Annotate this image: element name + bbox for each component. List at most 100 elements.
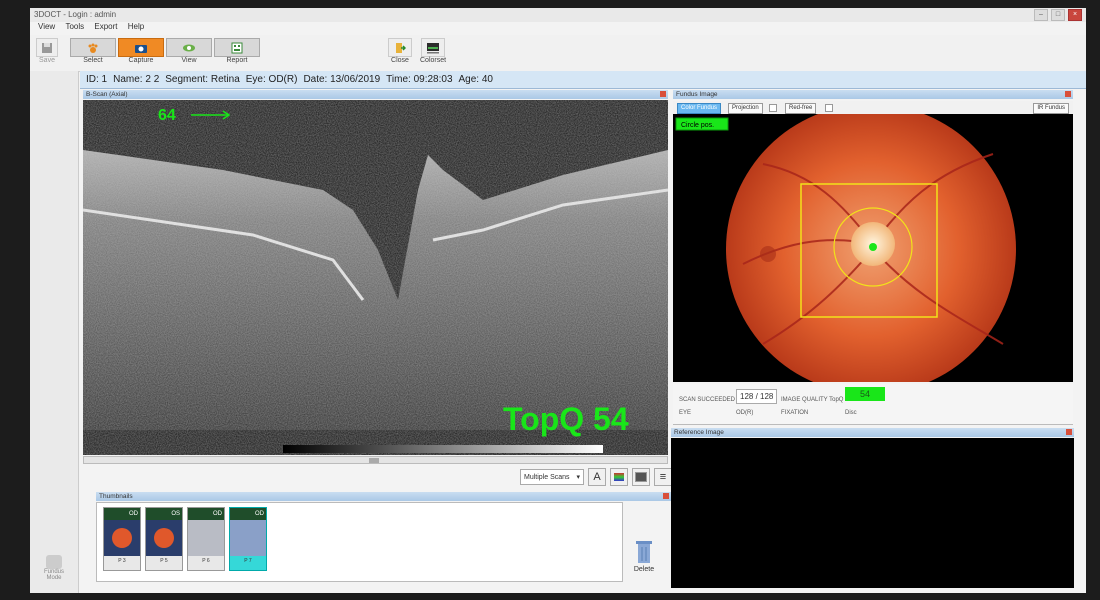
report-icon [214, 38, 260, 57]
report-label: Report [226, 57, 248, 64]
topq-label: TopQ 54 [503, 401, 629, 437]
close-window-button[interactable]: × [1068, 9, 1082, 21]
tab-red-free[interactable]: Red-free [785, 103, 817, 114]
reference-image-viewer[interactable] [671, 438, 1074, 588]
color-palette-icon[interactable] [610, 468, 628, 486]
capture-button[interactable]: Capture [118, 38, 164, 68]
patient-name: Name: 2 2 [113, 74, 160, 85]
fundus-mode-label: Fundus Mode [43, 569, 64, 581]
thumbnail-item-selected[interactable]: OD P 7 [229, 507, 267, 571]
oct-bscan-image: 64 TopQ 54 [83, 100, 668, 455]
patient-age: Age: 40 [458, 74, 493, 85]
fundus-image: Circle pos. [673, 114, 1073, 382]
left-sidebar: Fundus Mode [30, 71, 79, 593]
circle-pos-label: Circle pos. [681, 122, 714, 129]
chevron-down-icon: ▾ [576, 474, 580, 481]
close-label: Close [391, 57, 409, 64]
tab-projection[interactable]: Projection [728, 103, 763, 114]
fixation-label: FIXATION [781, 410, 809, 416]
window-controls: – □ × [1034, 9, 1082, 21]
reference-close-icon[interactable] [1066, 429, 1072, 435]
scan-succeeded-label: SCAN SUCCEEDED [679, 397, 736, 403]
thumbnail-item[interactable]: OS P 5 [145, 507, 183, 571]
red-free-checkbox[interactable] [825, 104, 833, 112]
maximize-button[interactable]: □ [1051, 9, 1065, 21]
fundus-close-icon[interactable] [1065, 91, 1071, 97]
menu-help[interactable]: Help [128, 22, 144, 31]
floppy-icon [36, 38, 58, 57]
thumbnail-label: P 5 [160, 558, 168, 564]
menu-bar: View Tools Export Help [30, 22, 1086, 34]
thumbnail-label: P 6 [202, 558, 210, 564]
fundus-mode-icon [46, 555, 62, 569]
fixation-value: Disc [845, 410, 857, 416]
thumbnails-panel-title: Thumbnails [99, 493, 133, 500]
window-title: 3DOCT - Login : admin [34, 10, 117, 19]
patient-segment: Segment: Retina [165, 74, 240, 85]
settings-list-icon[interactable]: ≡ [654, 468, 672, 486]
thumbnail-label: P 3 [118, 558, 126, 564]
thumbnails-panel-header: Thumbnails [96, 492, 671, 501]
scan-view-value: Multiple Scans [524, 473, 570, 481]
trash-icon [636, 541, 652, 563]
patient-id: ID: 1 [86, 74, 108, 85]
text-tool-icon[interactable]: A [588, 468, 606, 486]
thumbnail-item[interactable]: OD P 6 [187, 507, 225, 571]
colorset-button[interactable]: Colorset [420, 38, 446, 68]
thumbnail-eye: OS [146, 508, 182, 520]
thumbnail-eye: OD [230, 508, 266, 520]
bscan-scroll-thumb[interactable] [369, 458, 379, 463]
paw-icon [70, 38, 116, 57]
menu-tools[interactable]: Tools [65, 22, 84, 31]
title-bar: 3DOCT - Login : admin – □ × [30, 8, 1086, 22]
delete-button[interactable]: Delete [630, 538, 658, 573]
bscan-scrollbar[interactable] [83, 456, 668, 464]
camera-icon [118, 38, 164, 57]
bscan-panel-header: B-Scan (Axial) [83, 90, 668, 99]
thumbnail-item[interactable]: OD P 3 [103, 507, 141, 571]
save-label: Save [39, 57, 55, 64]
fundus-viewer[interactable]: Circle pos. [673, 114, 1073, 382]
bscan-close-icon[interactable] [660, 91, 666, 97]
scan-info-panel: SCAN SUCCEEDED 128 / 128 IMAGE QUALITY T… [673, 384, 1073, 425]
colorset-icon [421, 38, 446, 57]
menu-export[interactable]: Export [94, 22, 117, 31]
patient-eye: Eye: OD(R) [245, 74, 298, 85]
colorset-label: Colorset [420, 57, 447, 64]
thumbnail-image [146, 520, 182, 556]
patient-date: Date: 13/06/2019 [303, 74, 381, 85]
capture-label: Capture [128, 57, 154, 64]
delete-label: Delete [633, 566, 655, 573]
frame-number: 64 [158, 107, 176, 124]
exit-door-icon [388, 38, 412, 57]
reference-panel-header: Reference Image [671, 428, 1074, 437]
grayscale-icon[interactable] [632, 468, 650, 486]
report-button[interactable]: Report [214, 38, 260, 68]
fundus-mode-button[interactable]: Fundus Mode [36, 555, 72, 581]
view-button[interactable]: View [166, 38, 212, 68]
save-button[interactable]: Save [36, 38, 58, 68]
thumbnail-image [188, 520, 224, 556]
eye-value: OD(R) [736, 410, 754, 416]
tab-color-fundus[interactable]: Color Fundus [677, 103, 722, 114]
projection-checkbox[interactable] [769, 104, 777, 112]
thumbnail-eye: OD [188, 508, 224, 520]
thumbnail-label: P 7 [244, 558, 252, 564]
select-button[interactable]: Select [70, 38, 116, 68]
minimize-button[interactable]: – [1034, 9, 1048, 21]
ir-fundus-button[interactable]: IR Fundus [1033, 103, 1069, 114]
bscan-viewer[interactable]: 64 TopQ 54 [83, 100, 668, 455]
thumbnail-image [230, 520, 266, 556]
thumbnails-close-icon[interactable] [663, 493, 669, 499]
scan-view-dropdown[interactable]: Multiple Scans ▾ [520, 469, 584, 485]
bscan-toolbar: Multiple Scans ▾ A ≡ [520, 468, 672, 486]
menu-view[interactable]: View [38, 22, 55, 31]
thumbnail-strip: OD P 3 OS P 5 OD P 6 OD P 7 [96, 502, 623, 582]
bscan-panel-title: B-Scan (Axial) [86, 91, 128, 98]
thumbnail-eye: OD [104, 508, 140, 520]
select-label: Select [83, 57, 103, 64]
patient-time: Time: 09:28:03 [386, 74, 453, 85]
view-label: View [181, 57, 197, 64]
close-button[interactable]: Close [388, 38, 412, 68]
reference-panel-title: Reference Image [674, 429, 724, 436]
